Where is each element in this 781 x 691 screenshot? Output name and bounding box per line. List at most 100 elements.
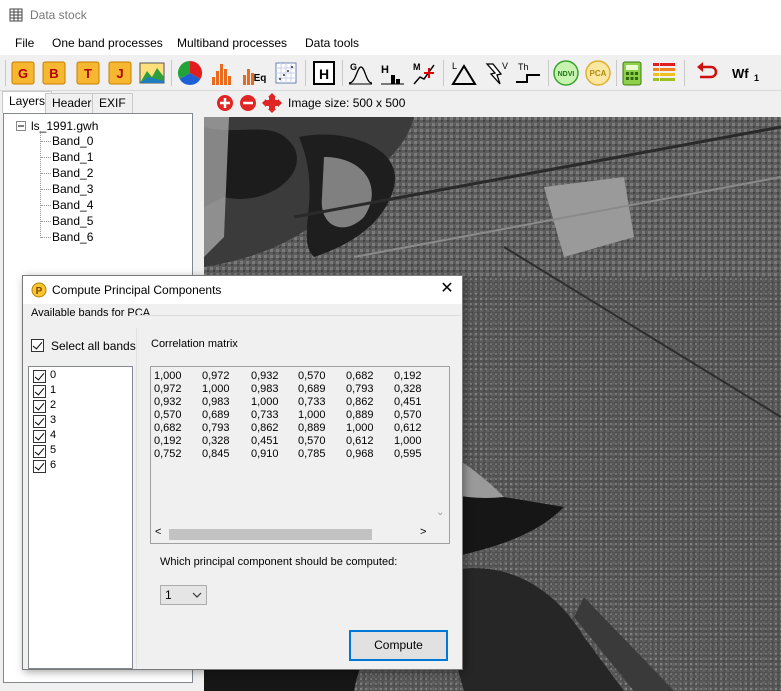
matrix-cell: 0,845 [202,448,230,460]
vertical-scrollbar[interactable]: ⌄ [432,367,449,525]
matrix-cell: 0,682 [154,422,182,434]
menu-bar: File One band processes Multiband proces… [0,31,781,55]
matrix-cell: 0,932 [251,370,279,382]
component-select[interactable]: 1 [160,585,207,605]
matrix-cell: 0,972 [154,383,182,395]
scroll-right-icon[interactable]: > [420,526,426,538]
menu-file[interactable]: File [15,36,34,50]
sobel-icon: V [485,61,508,85]
matrix-cell: 0,785 [298,448,326,460]
matrix-cell: 0,689 [202,409,230,421]
blue-band-icon: B [42,61,66,85]
median-filter-button[interactable]: M [410,59,438,87]
select-all-checkbox[interactable] [31,339,44,352]
menu-one-band-processes[interactable]: One band processes [52,36,163,50]
zoom-out-icon[interactable] [239,94,257,112]
compute-button[interactable]: Compute [349,630,448,661]
pca-button[interactable]: PCA [584,59,612,87]
jpeg-letter: J [116,66,123,81]
band-label: 5 [50,444,57,456]
tree-item-band-3[interactable]: Band_3 [52,182,93,196]
pca-label: PCA [590,69,607,78]
matrix-cell: 0,570 [154,409,182,421]
jpeg-button[interactable]: J [106,59,134,87]
blue-band-letter: B [49,66,58,81]
band-5-checkbox[interactable] [33,445,46,458]
matrix-cell: 1,000 [202,383,230,395]
header-button[interactable]: H [310,59,338,87]
band-1-checkbox[interactable] [33,385,46,398]
rgb-composite-button[interactable] [176,59,204,87]
menu-data-tools[interactable]: Data tools [305,36,359,50]
toolbar: G B T J Eq H G H M L V Th NDVI PCA Wf 1 [0,55,781,91]
landscape-button[interactable] [138,59,166,87]
matrix-cell: 0,192 [394,370,422,382]
matrix-cell: 0,689 [298,383,326,395]
scroll-left-icon[interactable]: < [155,526,161,538]
matrix-cell: 0,932 [154,396,182,408]
ndvi-icon: NDVI [553,60,579,86]
select-all-label: Select all bands [51,339,136,353]
thermal-band-letter: T [84,66,92,81]
matrix-cell: 0,983 [251,383,279,395]
menu-multiband-processes[interactable]: Multiband processes [177,36,287,50]
matrix-cell: 0,862 [346,396,374,408]
sobel-button[interactable]: V [482,59,510,87]
zoom-in-icon[interactable] [216,94,234,112]
band-4-checkbox[interactable] [33,430,46,443]
matrix-cell: 0,192 [154,435,182,447]
pan-icon[interactable] [262,93,282,113]
band-0-checkbox[interactable] [33,370,46,383]
group-divider [131,315,461,316]
histogram-button[interactable] [208,59,236,87]
matrix-cell: 0,910 [251,448,279,460]
app-icon [9,8,23,22]
histogram-h-button[interactable]: H [378,59,406,87]
matrix-cell: 0,612 [394,422,422,434]
collapse-icon[interactable] [16,121,27,132]
band-3-checkbox[interactable] [33,415,46,428]
thermal-band-button[interactable]: T [74,59,102,87]
scatter-button[interactable] [272,59,300,87]
green-band-button[interactable]: G [9,59,37,87]
header-icon: H [313,61,335,85]
gaussian-button[interactable]: G [346,59,374,87]
scroll-down-icon[interactable]: ⌄ [436,507,444,518]
svg-text:P: P [36,286,43,297]
threshold-button[interactable]: Th [514,59,542,87]
matrix-cell: 0,570 [298,435,326,447]
matrix-cell: 0,793 [346,383,374,395]
tree-item-band-1[interactable]: Band_1 [52,150,93,164]
band-label: 0 [50,369,57,381]
tab-exif[interactable]: EXIF [92,93,133,113]
matrix-cell: 0,862 [251,422,279,434]
blue-band-button[interactable]: B [40,59,68,87]
close-icon[interactable]: ✕ [437,279,457,299]
tab-header[interactable]: Header [45,93,99,113]
ndvi-button[interactable]: NDVI [552,59,580,87]
histogram-icon [212,64,231,85]
tree-item-band-6[interactable]: Band_6 [52,230,93,244]
pca-settings-panel: Correlation matrix 1,000 0,972 0,932 0,570 0… [136,328,462,669]
tree-item-band-2[interactable]: Band_2 [52,166,93,180]
matrix-cell: 0,595 [394,448,422,460]
sidebar-tabs: Layers Header EXIF [0,91,200,113]
component-question: Which principal component should be comp… [160,556,398,568]
tree-item-band-4[interactable]: Band_4 [52,198,93,212]
tree-item-band-0[interactable]: Band_0 [52,134,93,148]
calculator-button[interactable] [618,59,646,87]
band-6-checkbox[interactable] [33,460,46,473]
wf-button[interactable]: Wf 1 [730,59,764,87]
undo-button[interactable] [692,59,720,87]
tree-root-file[interactable]: ls_1991.gwh [31,119,98,133]
laplace-button[interactable]: L [450,59,478,87]
wf-icon: Wf 1 [732,66,759,83]
tree-item-band-5[interactable]: Band_5 [52,214,93,228]
equalize-button[interactable]: Eq [240,59,268,87]
horizontal-scrollbar[interactable]: < > [151,525,432,543]
component-select-value: 1 [165,588,172,602]
legend-button[interactable] [650,59,678,87]
jpeg-icon: J [108,61,132,85]
band-2-checkbox[interactable] [33,400,46,413]
scroll-thumb[interactable] [169,529,372,540]
